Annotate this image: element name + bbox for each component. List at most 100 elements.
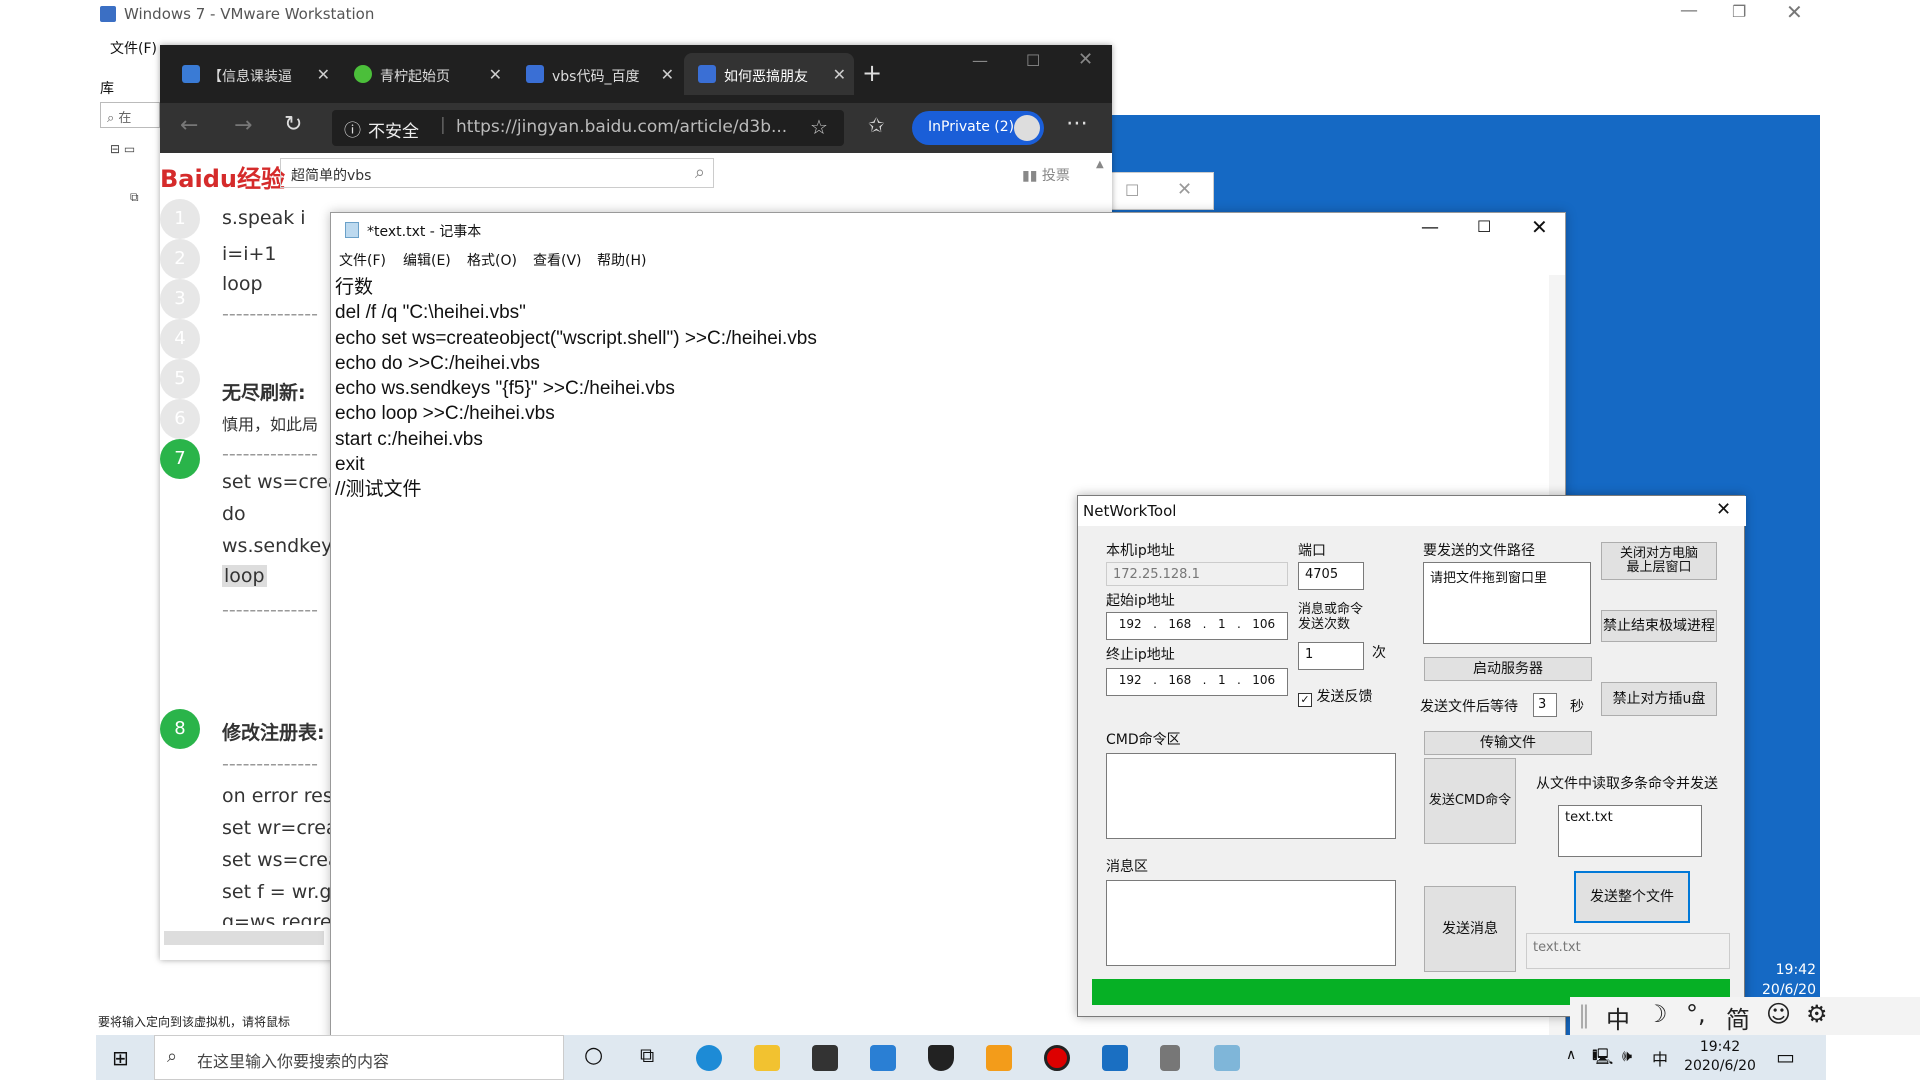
start-windows-icon[interactable]: ⊞ xyxy=(112,1046,129,1070)
menu-view[interactable]: 查看(V) xyxy=(533,250,582,270)
ime-punctuation-icon[interactable]: °, xyxy=(1686,1000,1706,1028)
mail-icon[interactable] xyxy=(870,1045,896,1071)
tab-vbs-baidu[interactable]: vbs代码_百度 ✕ xyxy=(512,53,682,95)
file-explorer-icon[interactable] xyxy=(754,1045,780,1071)
tree-expander-icon[interactable]: ⊟ ▭ xyxy=(110,142,135,156)
photos-icon[interactable] xyxy=(1102,1045,1128,1071)
message-textarea[interactable] xyxy=(1106,880,1396,966)
close-icon[interactable]: ✕ xyxy=(1531,215,1548,239)
file-path-field[interactable]: 请把文件拖到窗口里 xyxy=(1423,562,1591,644)
tree-vm-icon[interactable]: ⧉ xyxy=(130,190,139,205)
block-process-kill-button[interactable]: 禁止结束极域进程 xyxy=(1601,610,1717,642)
wait-seconds-field[interactable]: 3 xyxy=(1533,693,1557,717)
volume-icon[interactable]: 🕪 xyxy=(1622,1046,1632,1066)
menu-help[interactable]: 帮助(H) xyxy=(597,250,646,270)
ip-octet: 106 xyxy=(1252,617,1276,631)
send-count-field[interactable]: 1 xyxy=(1298,642,1364,670)
tab-xinxike[interactable]: 【信息课装逼 ✕ xyxy=(168,53,338,95)
close-icon[interactable]: ✕ xyxy=(1078,49,1093,70)
star-icon[interactable]: ☆ xyxy=(810,115,828,139)
vote-button[interactable]: ▮▮ 投票 xyxy=(1022,165,1070,185)
menu-edit[interactable]: 编辑(E) xyxy=(403,250,451,270)
minimize-icon[interactable]: — xyxy=(1421,217,1439,238)
address-bar[interactable]: ⓘ 不安全 | https://jingyan.baidu.com/articl… xyxy=(332,110,844,146)
cmd-textarea[interactable] xyxy=(1106,753,1396,839)
scroll-up-icon[interactable]: ▲ xyxy=(1096,159,1104,170)
tab-qingning[interactable]: 青柠起始页 ✕ xyxy=(340,53,510,95)
port-field[interactable]: 4705 xyxy=(1298,562,1364,590)
vmware-app-icon xyxy=(100,6,116,22)
close-icon[interactable]: ✕ xyxy=(1716,499,1731,520)
vmware-menu-file[interactable]: 文件(F) xyxy=(110,38,157,58)
block-usb-button[interactable]: 禁止对方插u盘 xyxy=(1601,682,1717,716)
send-cmd-button[interactable]: 发送CMD命令 xyxy=(1424,758,1516,844)
input-language[interactable]: 中 xyxy=(1652,1046,1668,1070)
maximize-icon[interactable]: ☐ xyxy=(1477,217,1491,236)
baidu-logo[interactable]: Baidu经验 xyxy=(160,159,285,194)
cmd-file-field[interactable]: text.txt xyxy=(1558,805,1702,857)
store-icon[interactable] xyxy=(812,1045,838,1071)
local-ip-field[interactable]: 172.25.128.1 xyxy=(1106,562,1288,586)
feedback-checkbox[interactable]: ✓ 发送反馈 xyxy=(1298,686,1372,707)
whole-file-path-field[interactable]: text.txt xyxy=(1526,933,1730,969)
chevron-up-icon[interactable]: ∧ xyxy=(1566,1047,1576,1063)
refresh-icon[interactable]: ↻ xyxy=(284,112,302,137)
back-icon[interactable]: ← xyxy=(180,113,198,138)
minimize-icon[interactable]: — xyxy=(972,51,988,70)
forward-icon[interactable]: → xyxy=(234,113,252,138)
menu-file[interactable]: 文件(F) xyxy=(339,250,386,270)
end-ip-field[interactable]: 192. 168. 1. 106 xyxy=(1106,668,1288,696)
cortana-icon[interactable]: ○ xyxy=(584,1043,603,1068)
ime-chinese-toggle[interactable]: 中 xyxy=(1606,1000,1630,1035)
baidu-search-input[interactable]: 超简单的vbs ⌕ xyxy=(280,158,714,188)
app-figure-icon[interactable] xyxy=(1160,1045,1180,1071)
close-icon[interactable]: ✕ xyxy=(1177,179,1192,200)
maximize-icon[interactable]: ☐ xyxy=(1026,51,1040,70)
ime-handle[interactable]: ‖ xyxy=(1578,1001,1590,1029)
close-icon[interactable]: ✕ xyxy=(489,65,502,84)
ime-simplified-toggle[interactable]: 简 xyxy=(1726,1000,1750,1035)
start-ip-field[interactable]: 192. 168. 1. 106 xyxy=(1106,612,1288,640)
edge-taskbar-icon[interactable] xyxy=(696,1045,722,1071)
close-top-window-button[interactable]: 关闭对方电脑 最上层窗口 xyxy=(1601,542,1717,580)
maximize-icon[interactable]: ❐ xyxy=(1732,2,1746,21)
notepad-taskbar-icon[interactable] xyxy=(1214,1045,1240,1071)
ime-moon-icon[interactable]: ☽ xyxy=(1646,1000,1668,1028)
url-text: https://jingyan.baidu.com/article/d3b... xyxy=(456,117,788,137)
transfer-file-button[interactable]: 传输文件 xyxy=(1424,731,1592,755)
horizontal-scrollbar[interactable] xyxy=(164,931,324,945)
notepad-text-area[interactable]: 行数 del /f /q "C:\heihei.vbs" echo set ws=c… xyxy=(335,275,1545,503)
vmware-taskbar-icon[interactable] xyxy=(986,1045,1012,1071)
checkbox-check-icon[interactable]: ✓ xyxy=(1298,693,1312,707)
minimize-icon[interactable]: — xyxy=(1680,0,1698,21)
close-icon[interactable]: ✕ xyxy=(1786,0,1803,24)
taskbar-search-box[interactable]: ⌕ 在这里输入你要搜索的内容 xyxy=(154,1035,564,1080)
notepad-titlebar[interactable]: *text.txt - 记事本 — ☐ ✕ xyxy=(331,213,1567,247)
library-search-input[interactable]: ⌕ 在 xyxy=(100,102,160,128)
networktool-titlebar[interactable]: NetWorkTool ✕ xyxy=(1078,496,1746,526)
vmware-titlebar[interactable]: Windows 7 - VMware Workstation — ❐ ✕ xyxy=(0,0,1920,30)
record-icon[interactable] xyxy=(1044,1045,1070,1071)
tab-active-prank[interactable]: 如何恶搞朋友 ✕ xyxy=(684,53,854,95)
close-icon[interactable]: ✕ xyxy=(661,65,674,84)
notifications-icon[interactable]: ▭ xyxy=(1776,1045,1795,1069)
favorites-icon[interactable]: ✩ xyxy=(868,113,885,137)
maximize-icon[interactable]: ☐ xyxy=(1125,181,1139,200)
ime-settings-icon[interactable]: ⚙ xyxy=(1806,1000,1828,1028)
start-server-button[interactable]: 启动服务器 xyxy=(1424,657,1592,681)
send-message-button[interactable]: 发送消息 xyxy=(1424,886,1516,972)
network-icon[interactable]: 🖳 xyxy=(1592,1046,1613,1073)
ime-emoji-icon[interactable]: ☺ xyxy=(1766,1000,1791,1028)
search-icon[interactable]: ⌕ xyxy=(695,162,705,183)
close-icon[interactable]: ✕ xyxy=(833,65,846,84)
more-icon[interactable]: ⋯ xyxy=(1066,111,1088,136)
close-icon[interactable]: ✕ xyxy=(317,65,330,84)
new-tab-button[interactable]: + xyxy=(862,59,882,87)
menu-format[interactable]: 格式(O) xyxy=(467,250,517,270)
task-view-icon[interactable]: ⧉ xyxy=(640,1043,654,1067)
taskbar-clock[interactable]: 19:42 2020/6/20 xyxy=(1680,1038,1760,1078)
send-whole-file-button[interactable]: 发送整个文件 xyxy=(1574,871,1690,923)
baidu-paw-icon xyxy=(526,65,544,83)
shield-icon[interactable] xyxy=(928,1045,954,1071)
inprivate-button[interactable]: InPrivate (2) xyxy=(912,111,1044,145)
